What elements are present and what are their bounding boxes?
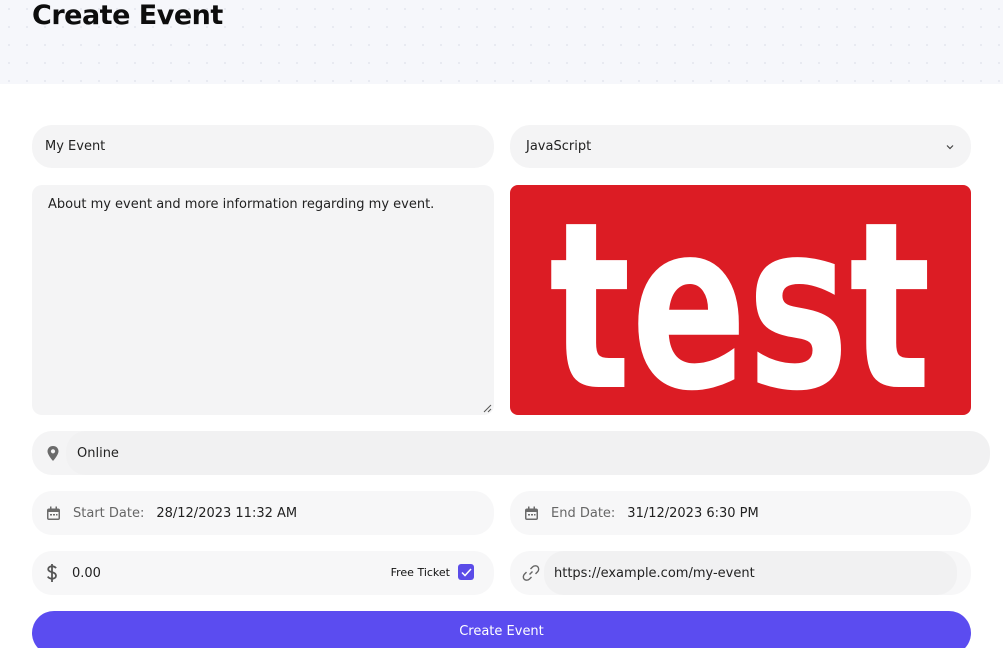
event-image-word: test bbox=[549, 185, 931, 415]
free-ticket-toggle[interactable]: Free Ticket bbox=[391, 564, 474, 580]
location-input[interactable]: Online bbox=[32, 431, 990, 475]
resize-handle-icon[interactable] bbox=[483, 404, 492, 413]
free-ticket-checkbox[interactable] bbox=[458, 564, 474, 580]
end-date-value: 31/12/2023 6:30 PM bbox=[627, 505, 759, 521]
end-date-label: End Date: bbox=[551, 505, 616, 521]
event-name-value: My Event bbox=[45, 139, 106, 154]
start-date-label: Start Date: bbox=[73, 505, 145, 521]
price-input[interactable]: 0.00 Free Ticket bbox=[32, 551, 494, 595]
location-pin-icon bbox=[46, 445, 60, 462]
event-name-input[interactable]: My Event bbox=[32, 125, 494, 168]
location-value: Online bbox=[77, 445, 119, 461]
event-image[interactable]: test bbox=[510, 185, 971, 415]
end-date-field[interactable]: End Date: 31/12/2023 6:30 PM bbox=[510, 491, 971, 535]
start-date-field[interactable]: Start Date: 28/12/2023 11:32 AM bbox=[32, 491, 494, 535]
description-value: About my event and more information rega… bbox=[48, 197, 435, 212]
category-selected: JavaScript bbox=[526, 139, 592, 154]
calendar-icon bbox=[46, 506, 61, 521]
page-title: Create Event bbox=[32, 0, 223, 31]
description-textarea[interactable]: About my event and more information rega… bbox=[32, 185, 494, 415]
free-ticket-label: Free Ticket bbox=[390, 565, 450, 579]
link-icon bbox=[522, 564, 540, 582]
link-text-box[interactable]: https://example.com/my-event bbox=[544, 551, 957, 595]
calendar-icon bbox=[524, 506, 539, 521]
header-band: Create Event bbox=[0, 0, 1003, 84]
link-input[interactable]: https://example.com/my-event bbox=[510, 551, 971, 595]
create-event-button[interactable]: Create Event bbox=[32, 611, 971, 648]
link-value: https://example.com/my-event bbox=[554, 565, 755, 581]
chevron-down-icon bbox=[945, 142, 955, 152]
create-event-button-label: Create Event bbox=[459, 624, 544, 639]
start-date-value: 28/12/2023 11:32 AM bbox=[156, 505, 298, 521]
category-select[interactable]: JavaScript bbox=[510, 125, 971, 168]
check-icon bbox=[460, 567, 472, 577]
price-value: 0.00 bbox=[72, 565, 101, 581]
event-image-graphic: test bbox=[549, 185, 931, 415]
dollar-icon bbox=[46, 563, 58, 583]
location-text-box[interactable]: Online bbox=[66, 431, 990, 475]
